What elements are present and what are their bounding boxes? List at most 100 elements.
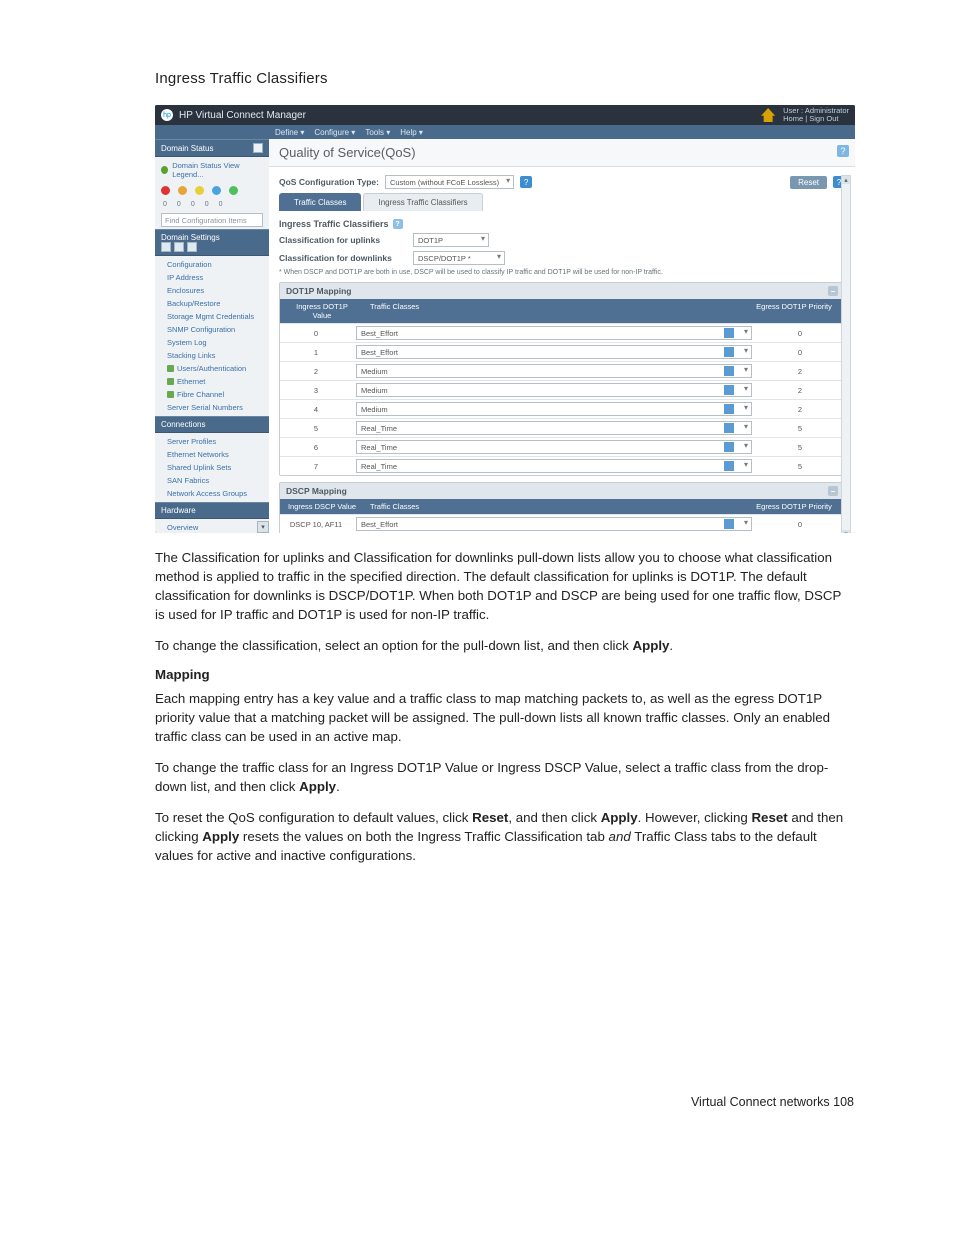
status-ok-icon bbox=[161, 166, 168, 174]
help-icon[interactable]: ? bbox=[837, 145, 849, 157]
reset-button[interactable]: Reset bbox=[790, 176, 827, 189]
cell-priority: 0 bbox=[756, 329, 844, 338]
menubar: Define ▾ Configure ▾ Tools ▾ Help ▾ bbox=[155, 125, 855, 139]
cell-value: 7 bbox=[280, 462, 352, 471]
sidebar-item[interactable]: Configuration bbox=[155, 258, 269, 271]
cell-value: 0 bbox=[280, 329, 352, 338]
para2: To change the classification, select an … bbox=[155, 637, 854, 656]
cell-priority: 0 bbox=[756, 348, 844, 357]
vcm-app: hp HP Virtual Connect Manager User : Adm… bbox=[155, 105, 855, 533]
chevron-down-icon[interactable] bbox=[724, 519, 734, 529]
cell-value: 6 bbox=[280, 443, 352, 452]
sidebar-item[interactable]: IP Address bbox=[155, 271, 269, 284]
user-links[interactable]: User : Administrator Home | Sign Out bbox=[783, 107, 849, 124]
traffic-class-select[interactable]: Medium bbox=[356, 402, 752, 416]
sidebar-item[interactable]: Ethernet bbox=[155, 375, 269, 388]
page-footer: Virtual Connect networks 108 bbox=[155, 1095, 854, 1109]
chevron-down-icon[interactable] bbox=[724, 385, 734, 395]
hdr-traffic-classes: Traffic Classes bbox=[364, 299, 744, 323]
cell-priority: 2 bbox=[756, 386, 844, 395]
menu-help[interactable]: Help ▾ bbox=[400, 128, 423, 137]
scrollbar[interactable]: ▴ ▾ bbox=[841, 175, 851, 533]
legend-link[interactable]: Domain Status View Legend... bbox=[155, 157, 269, 183]
scroll-up-icon[interactable]: ▴ bbox=[842, 176, 850, 184]
dot1p-title: DOT1P Mapping bbox=[286, 286, 352, 296]
info-icon bbox=[212, 186, 221, 195]
dot1p-panel: DOT1P Mapping – Ingress DOT1P Value Traff… bbox=[279, 282, 845, 476]
table-row: 5Real_Time5 bbox=[280, 418, 844, 437]
sidebar-item[interactable]: Storage Mgmt Credentials bbox=[155, 310, 269, 323]
sidebar-connections[interactable]: Connections bbox=[155, 416, 269, 433]
traffic-class-select[interactable]: Medium bbox=[356, 383, 752, 397]
hdr-ingress-value: Ingress DOT1P Value bbox=[280, 299, 364, 323]
ok-icon bbox=[229, 186, 238, 195]
settings-tree: Configuration IP Address Enclosures Back… bbox=[155, 256, 269, 416]
icon1[interactable] bbox=[161, 242, 171, 252]
sidebar-item[interactable]: Ethernet Networks bbox=[155, 448, 269, 461]
tab-traffic-classes[interactable]: Traffic Classes bbox=[279, 193, 361, 211]
traffic-class-select[interactable]: Real_Time bbox=[356, 459, 752, 473]
table-row: 2Medium2 bbox=[280, 361, 844, 380]
traffic-class-select[interactable]: Real_Time bbox=[356, 440, 752, 454]
section-help-icon[interactable]: ? bbox=[393, 219, 403, 229]
scroll-down-icon[interactable]: ▾ bbox=[257, 521, 269, 533]
collapse-icon[interactable]: – bbox=[828, 286, 838, 296]
chevron-down-icon[interactable] bbox=[724, 347, 734, 357]
sidebar-item[interactable]: Fibre Channel bbox=[155, 388, 269, 401]
tab-ingress-classifiers[interactable]: Ingress Traffic Classifiers bbox=[363, 193, 482, 211]
uplinks-select[interactable]: DOT1P bbox=[413, 233, 489, 247]
sidebar-item[interactable]: Network Access Groups bbox=[155, 487, 269, 500]
downlinks-select[interactable]: DSCP/DOT1P * bbox=[413, 251, 505, 265]
sidebar-domain-settings[interactable]: Domain Settings bbox=[155, 229, 269, 256]
sidebar-item[interactable]: Server Profiles bbox=[155, 435, 269, 448]
sidebar-item[interactable]: Server Serial Numbers bbox=[155, 401, 269, 414]
sidebar-hardware[interactable]: Hardware bbox=[155, 502, 269, 519]
sidebar-item[interactable]: SNMP Configuration bbox=[155, 323, 269, 336]
hdr-egress-priority: Egress DOT1P Priority bbox=[744, 499, 844, 514]
sidebar-item[interactable]: Shared Uplink Sets bbox=[155, 461, 269, 474]
search-input[interactable]: Find Configuration Items bbox=[161, 213, 263, 227]
menu-define[interactable]: Define ▾ bbox=[275, 128, 304, 137]
table-row: 0 Best_Effort 0 bbox=[280, 323, 844, 342]
icon3[interactable] bbox=[187, 242, 197, 252]
status-counts: 00000 bbox=[155, 198, 269, 211]
collapse-icon[interactable]: – bbox=[828, 486, 838, 496]
traffic-class-select[interactable]: Best_Effort bbox=[356, 345, 752, 359]
para3: Each mapping entry has a key value and a… bbox=[155, 690, 854, 747]
sidebar-item[interactable]: System Log bbox=[155, 336, 269, 349]
chevron-down-icon[interactable] bbox=[724, 461, 734, 471]
section-ingress: Ingress Traffic Classifiers ? bbox=[279, 219, 845, 229]
sidebar-item[interactable]: Users/Authentication bbox=[155, 362, 269, 375]
sidebar-item[interactable]: Overview bbox=[155, 521, 269, 533]
chevron-down-icon[interactable] bbox=[724, 366, 734, 376]
cfg-type-label: QoS Configuration Type: bbox=[279, 177, 379, 187]
collapse-icon[interactable] bbox=[253, 143, 263, 153]
sidebar-item[interactable]: Enclosures bbox=[155, 284, 269, 297]
chevron-down-icon[interactable] bbox=[724, 423, 734, 433]
traffic-class-select[interactable]: Best_Effort bbox=[356, 517, 752, 531]
sidebar-item[interactable]: SAN Fabrics bbox=[155, 474, 269, 487]
cfg-help-icon[interactable]: ? bbox=[520, 176, 532, 188]
menu-configure[interactable]: Configure ▾ bbox=[314, 128, 355, 137]
cell-value: DSCP 10, AF11 bbox=[280, 520, 352, 529]
table-row: 1Best_Effort0 bbox=[280, 342, 844, 361]
chevron-down-icon[interactable] bbox=[724, 442, 734, 452]
cell-value: 2 bbox=[280, 367, 352, 376]
home-icon[interactable] bbox=[761, 108, 775, 122]
app-title: HP Virtual Connect Manager bbox=[179, 110, 306, 121]
cell-value: 4 bbox=[280, 405, 352, 414]
chevron-down-icon[interactable] bbox=[724, 328, 734, 338]
chevron-down-icon[interactable] bbox=[724, 404, 734, 414]
sidebar-item[interactable]: Stacking Links bbox=[155, 349, 269, 362]
sidebar-domain-status[interactable]: Domain Status bbox=[155, 139, 269, 157]
icon2[interactable] bbox=[174, 242, 184, 252]
para5: To reset the QoS configuration to defaul… bbox=[155, 809, 854, 866]
traffic-class-select[interactable]: Real_Time bbox=[356, 421, 752, 435]
traffic-class-select[interactable]: Best_Effort bbox=[356, 326, 752, 340]
sidebar-item[interactable]: Backup/Restore bbox=[155, 297, 269, 310]
scroll-down-icon[interactable]: ▾ bbox=[842, 530, 850, 533]
cell-value: 3 bbox=[280, 386, 352, 395]
traffic-class-select[interactable]: Medium bbox=[356, 364, 752, 378]
menu-tools[interactable]: Tools ▾ bbox=[365, 128, 390, 137]
cfg-type-select[interactable]: Custom (without FCoE Lossless) bbox=[385, 175, 514, 189]
